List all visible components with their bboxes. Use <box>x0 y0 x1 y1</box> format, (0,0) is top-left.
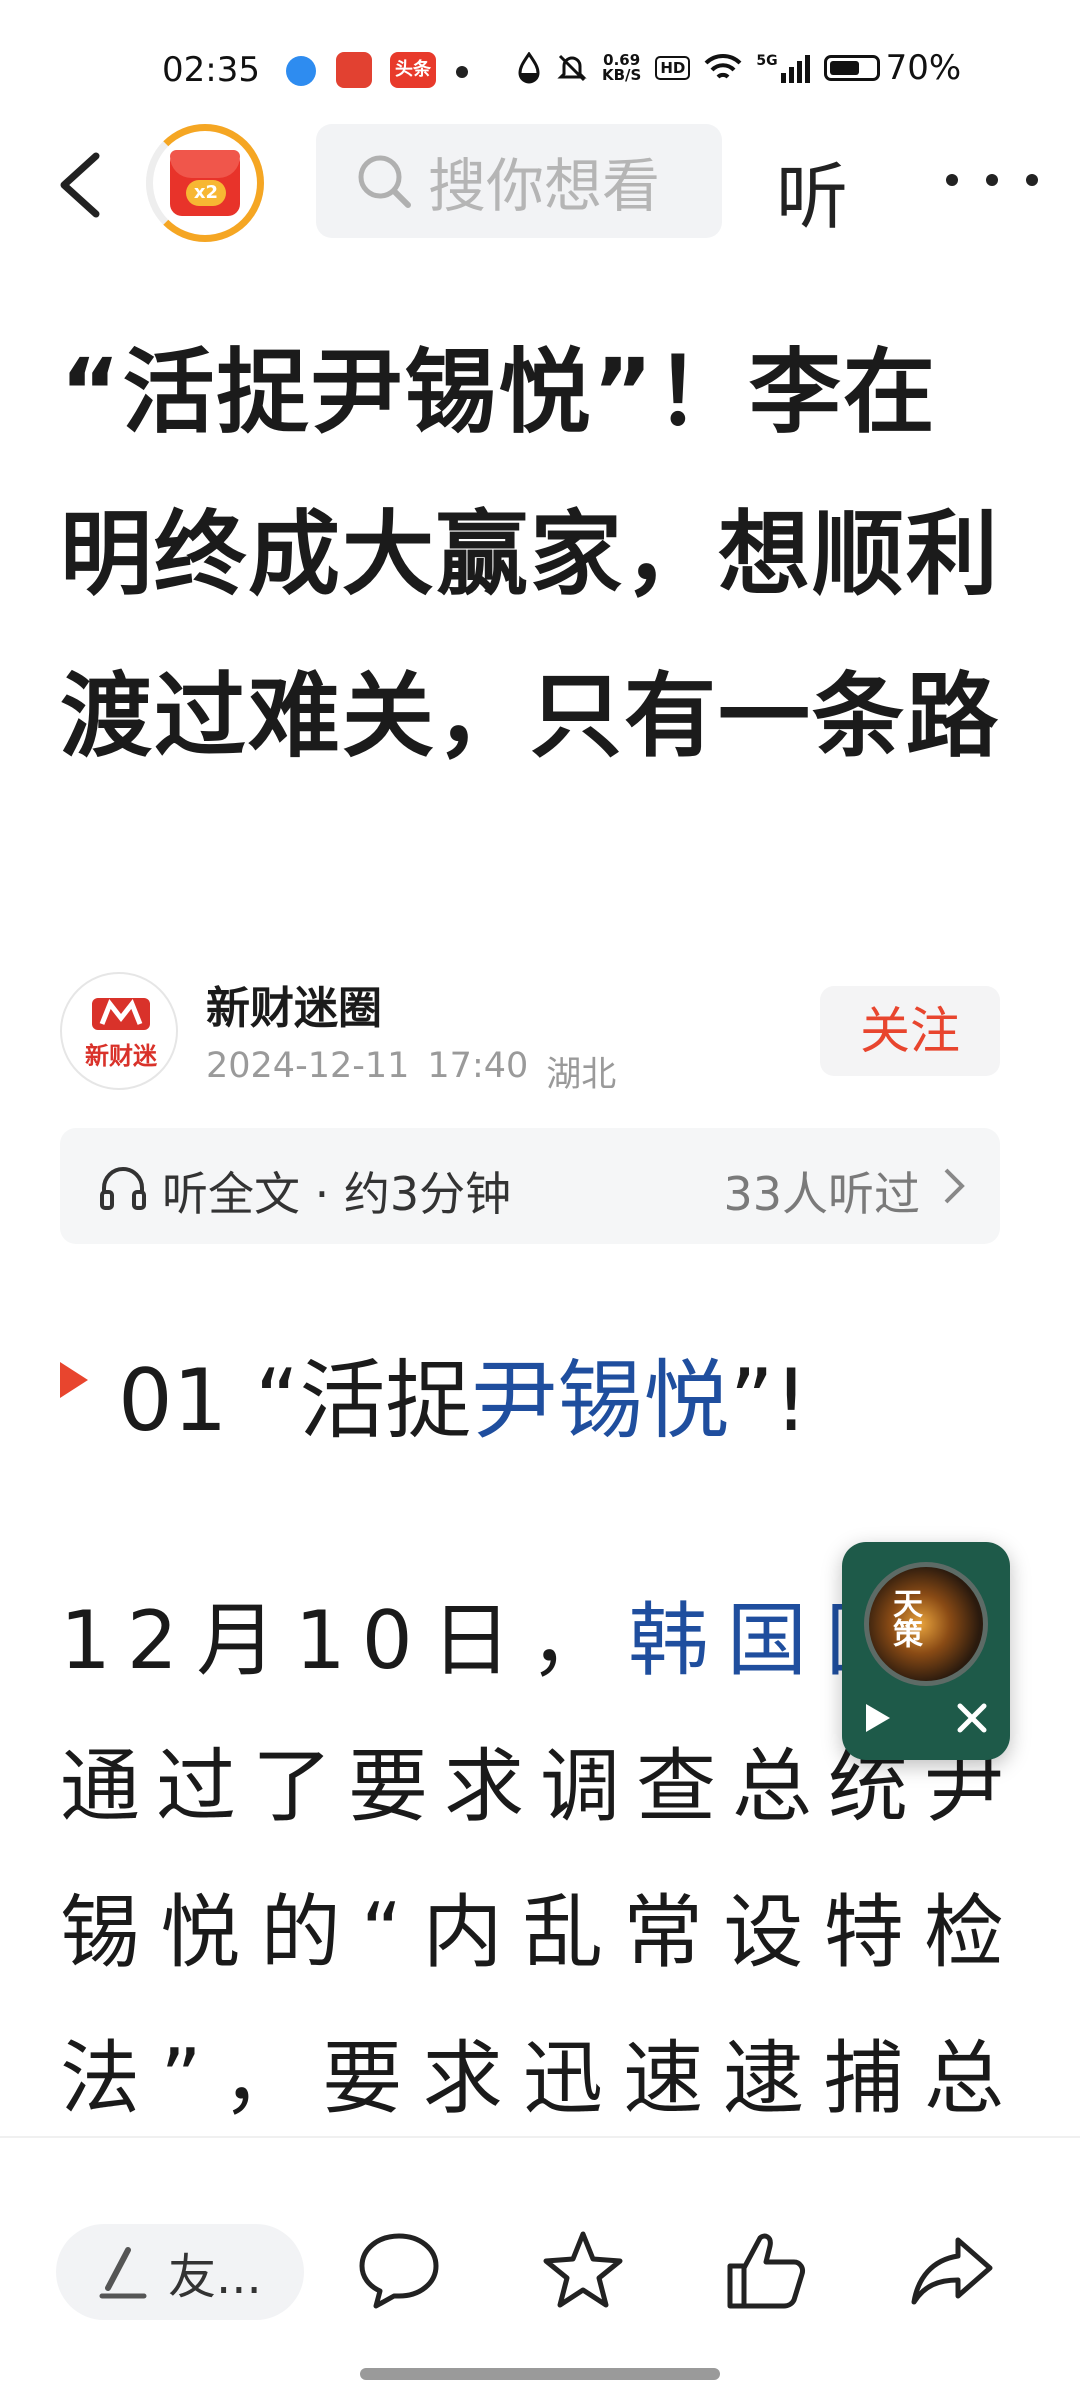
headphones-icon <box>100 1167 146 1210</box>
comment-icon[interactable] <box>354 2226 444 2316</box>
share-icon[interactable] <box>906 2226 996 2316</box>
audio-cover-title: 天策 <box>887 1588 922 1648</box>
browser-icon <box>286 56 316 86</box>
section-heading: 01 “活捉尹锡悦”! <box>118 1351 809 1451</box>
search-placeholder: 搜你想看 <box>428 152 658 220</box>
toutiao-icon: 头条 <box>390 52 436 88</box>
listen-full-text-bar[interactable]: 听全文 · 约3分钟 33人听过 <box>60 1128 1000 1244</box>
notification-dot-icon <box>456 66 468 78</box>
follow-button[interactable]: 关注 <box>820 986 1000 1076</box>
cellular-signal-icon: 5G <box>756 53 810 83</box>
section-marker-icon <box>60 1362 88 1398</box>
entity-link-yoon[interactable]: 尹锡悦 <box>471 1351 729 1451</box>
listen-full-text-label: 听全文 · 约3分钟 <box>162 1167 512 1221</box>
wifi-icon <box>704 53 742 79</box>
article-meta: 2024-12-11 17:40 湖北 <box>206 1046 616 1097</box>
author-name[interactable]: 新财迷圈 <box>206 972 382 1036</box>
pen-icon <box>99 2247 147 2299</box>
back-arrow-icon[interactable] <box>52 150 112 220</box>
mute-icon <box>557 54 587 82</box>
publish-time: 17:40 <box>427 1046 529 1086</box>
battery-percent: 70% <box>885 48 962 88</box>
net-speed: 0.69 KB/S <box>602 51 642 84</box>
data-saver-icon <box>518 52 540 84</box>
floating-audio-player[interactable]: 天策 <box>842 1542 1010 1760</box>
author-logo-icon <box>92 998 150 1030</box>
search-box[interactable]: 搜你想看 <box>316 124 722 238</box>
publish-date: 2024-12-11 <box>206 1046 410 1086</box>
close-icon[interactable] <box>954 1700 990 1736</box>
system-icons: 0.69 KB/S HD 5G 70% <box>516 48 961 88</box>
chevron-right-icon <box>944 1168 965 1204</box>
battery-icon <box>823 55 880 81</box>
publish-location: 湖北 <box>546 1055 617 1095</box>
more-options-icon[interactable] <box>930 150 1050 210</box>
search-icon <box>358 155 411 208</box>
article-title: “活捉尹锡悦”！李在明终成大赢家，想顺利渡过难关，只有一条路 <box>60 339 1001 770</box>
listen-button[interactable]: 听 <box>776 138 848 243</box>
home-indicator[interactable] <box>360 2368 720 2380</box>
battery-indicator: 70% <box>823 48 962 88</box>
reward-red-packet-button[interactable]: x2 <box>146 124 264 242</box>
like-thumb-icon[interactable] <box>720 2226 810 2316</box>
author-avatar[interactable]: 新财迷 <box>60 972 178 1090</box>
comment-input[interactable]: 友... <box>56 2224 304 2320</box>
status-bar: 02:35 头条 0.69 KB/S HD 5G 70% <box>0 0 1080 130</box>
comment-placeholder: 友... <box>168 2249 262 2305</box>
status-time: 02:35 <box>162 50 260 90</box>
toutiao-label: 头条 <box>395 59 431 80</box>
avatar-brand-text: 新财迷 <box>85 1042 157 1070</box>
favorite-star-icon[interactable] <box>538 2226 628 2316</box>
play-icon[interactable] <box>866 1704 890 1732</box>
bottom-action-bar: 友... <box>0 2136 1080 2320</box>
reward-multiplier-badge: x2 <box>186 180 226 206</box>
hd-badge: HD <box>655 56 691 80</box>
game-center-icon <box>336 52 372 88</box>
listen-count: 33人听过 <box>723 1167 920 1221</box>
